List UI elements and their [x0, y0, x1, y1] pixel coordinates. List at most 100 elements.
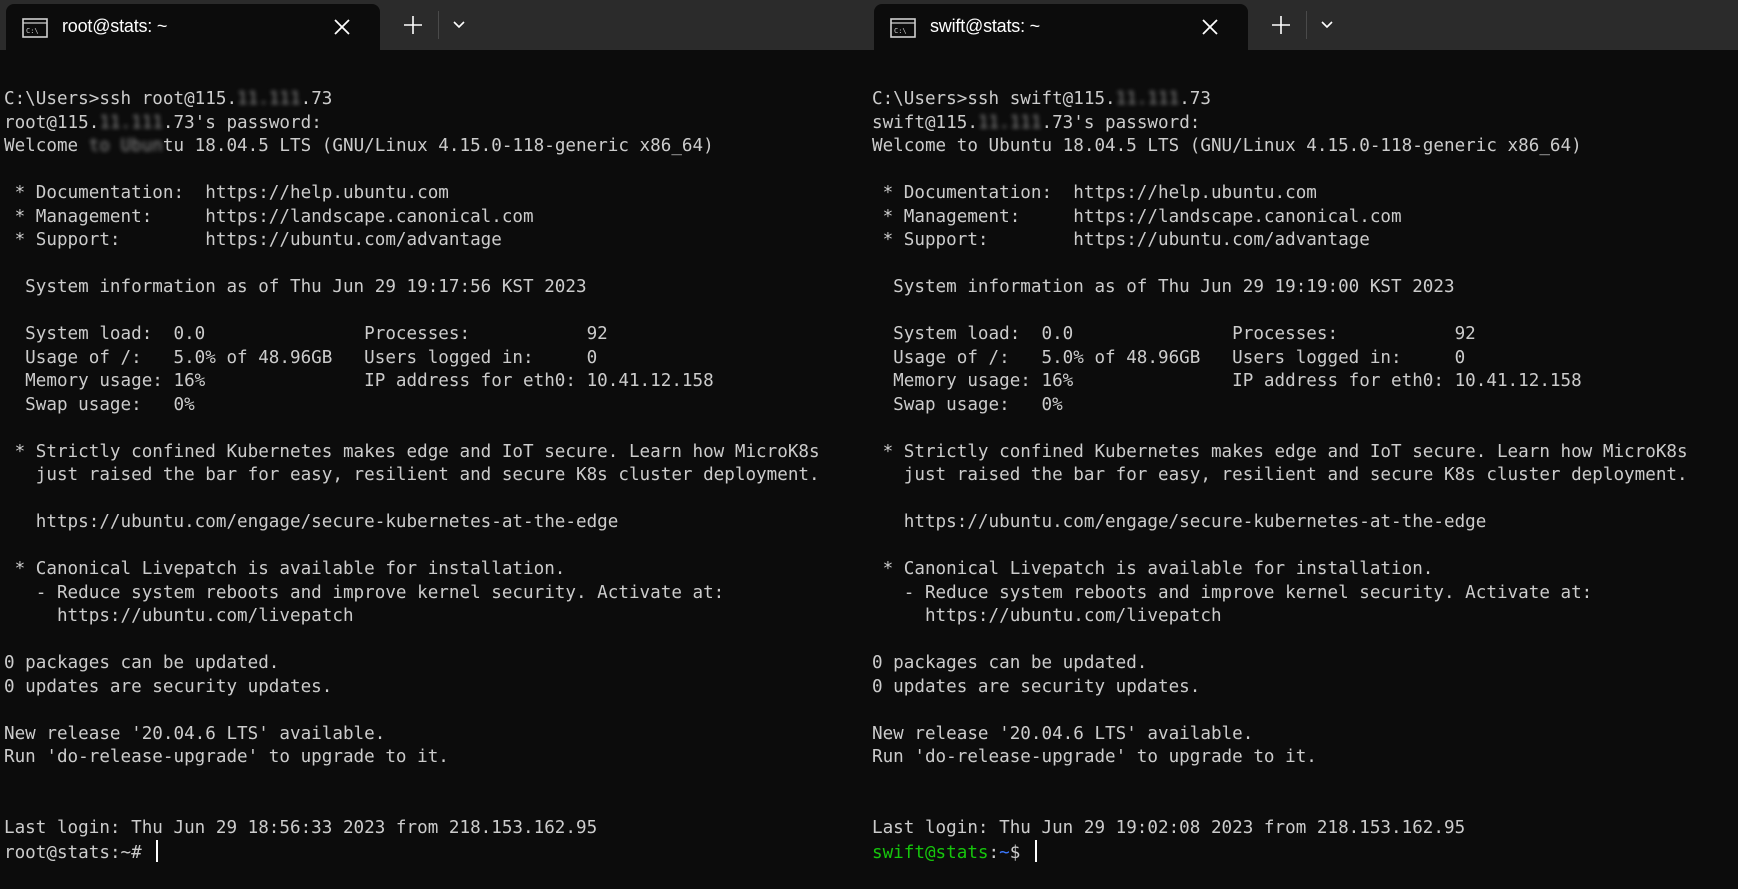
terminal-line: System information as of Thu Jun 29 19:1…	[872, 276, 1738, 300]
prompt-user: root@stats	[4, 843, 110, 863]
line-text: root@115.	[4, 112, 100, 133]
terminal-line: * Support: https://ubuntu.com/advantage	[872, 229, 1738, 253]
tab-root-stats[interactable]: C:\ root@stats: ~	[6, 4, 380, 50]
terminal-line: 0 updates are security updates.	[872, 676, 1738, 700]
line-text: 0 updates are security updates.	[872, 676, 1201, 697]
line-text: Run 'do-release-upgrade' to upgrade to i…	[872, 747, 1317, 767]
line-text: * Documentation: https://help.ubuntu.com	[872, 183, 1317, 203]
terminal-line: * Management: https://landscape.canonica…	[4, 206, 868, 230]
line-text: just raised the bar for easy, resilient …	[4, 465, 820, 485]
terminal-output[interactable]: C:\Users>ssh root@115.11.111.73 root@115.…	[4, 88, 868, 889]
line-text: * Canonical Livepatch is available for i…	[4, 559, 566, 579]
line-text: New release '20.04.6 LTS' available.	[4, 723, 386, 744]
terminal-line: Last login: Thu Jun 29 18:56:33 2023 fro…	[4, 817, 868, 841]
terminal-line: root@115.11.111.73's password:	[4, 112, 868, 136]
redacted-text: 11.111	[237, 89, 301, 109]
line-text: System load: 0.0 Processes: 92	[4, 324, 608, 344]
terminal-line: Usage of /: 5.0% of 48.96GB Users logged…	[4, 347, 868, 371]
line-text: Memory usage: 16% IP address for eth0: 1…	[872, 371, 1582, 391]
line-text: .73	[300, 89, 333, 109]
line-text: tu 18.04.5 LTS (GNU/Linux 4.15.0-118-gen…	[162, 136, 714, 156]
plus-icon[interactable]	[400, 12, 426, 38]
close-icon[interactable]	[330, 15, 354, 39]
redacted-text: 11.111	[977, 112, 1042, 133]
line-text: C:\Users>ssh swift@115.	[872, 89, 1116, 109]
prompt-sep: :	[109, 843, 121, 863]
terminal-line: swift@115.11.111.73's password:	[872, 112, 1738, 136]
tab-bar: C:\ swift@stats: ~	[868, 0, 1738, 50]
line-text: - Reduce system reboots and improve kern…	[4, 582, 725, 603]
terminal-line: * Documentation: https://help.ubuntu.com	[4, 182, 868, 206]
prompt-path: ~	[999, 843, 1010, 863]
tab-bar: C:\ root@stats: ~	[0, 0, 868, 50]
terminal-line: just raised the bar for easy, resilient …	[872, 464, 1738, 488]
terminal-line: Swap usage: 0%	[872, 394, 1738, 418]
terminal-line: https://ubuntu.com/engage/secure-kuberne…	[4, 511, 868, 535]
plus-icon[interactable]	[1268, 12, 1294, 38]
terminal-icon: C:\	[890, 18, 916, 38]
prompt-symbol: #	[131, 843, 153, 863]
terminal-pane-swift: C:\ swift@stats: ~ C:\Users>ssh swift@11…	[868, 0, 1738, 889]
line-text: 0 updates are security updates.	[4, 676, 333, 697]
terminal-line: * Canonical Livepatch is available for i…	[4, 558, 868, 582]
line-text: 0 packages can be updated.	[4, 653, 280, 673]
terminal-line: New release '20.04.6 LTS' available.	[4, 723, 868, 747]
line-text: * Support: https://ubuntu.com/advantage	[872, 230, 1370, 250]
tab-swift-stats[interactable]: C:\ swift@stats: ~	[874, 4, 1248, 50]
line-text: Swap usage: 0%	[4, 394, 195, 415]
terminal-line: Run 'do-release-upgrade' to upgrade to i…	[4, 746, 868, 770]
close-icon[interactable]	[1198, 15, 1222, 39]
terminal-pane-root: C:\ root@stats: ~ C:\Users>ssh root@115.…	[0, 0, 868, 889]
line-text: * Strictly confined Kubernetes makes edg…	[4, 441, 820, 462]
line-text: https://ubuntu.com/engage/secure-kuberne…	[4, 512, 619, 532]
text-cursor	[156, 840, 159, 862]
line-text: Welcome to Ubuntu 18.04.5 LTS (GNU/Linux…	[872, 136, 1582, 156]
prompt-line[interactable]: swift@stats:~$	[872, 840, 1738, 864]
line-text: .73's password:	[1041, 112, 1201, 133]
terminal-line: https://ubuntu.com/engage/secure-kuberne…	[872, 511, 1738, 535]
terminal-line: 0 packages can be updated.	[4, 652, 868, 676]
terminal-line: * Management: https://landscape.canonica…	[872, 206, 1738, 230]
terminal-line: - Reduce system reboots and improve kern…	[872, 582, 1738, 606]
line-text: just raised the bar for easy, resilient …	[872, 465, 1688, 485]
redacted-text: 11.111	[99, 112, 163, 133]
terminal-line: Memory usage: 16% IP address for eth0: 1…	[872, 370, 1738, 394]
prompt-line[interactable]: root@stats:~#	[4, 840, 868, 864]
tab-separator	[1306, 11, 1307, 39]
prompt-symbol: $	[1009, 843, 1031, 863]
terminal-line: 0 packages can be updated.	[872, 652, 1738, 676]
terminal-line: - Reduce system reboots and improve kern…	[4, 582, 868, 606]
terminal-line: Memory usage: 16% IP address for eth0: 1…	[4, 370, 868, 394]
terminal-line: * Strictly confined Kubernetes makes edg…	[872, 441, 1738, 465]
terminal-line: Welcome to Ubuntu 18.04.5 LTS (GNU/Linux…	[4, 135, 868, 159]
line-text: Usage of /: 5.0% of 48.96GB Users logged…	[4, 347, 598, 368]
svg-text:C:\: C:\	[26, 27, 39, 35]
chevron-down-icon[interactable]	[448, 14, 470, 36]
line-text: System load: 0.0 Processes: 92	[872, 324, 1476, 344]
line-text: * Strictly confined Kubernetes makes edg…	[872, 441, 1688, 462]
redacted-text: to Ubun	[88, 136, 163, 156]
terminal-line: * Canonical Livepatch is available for i…	[872, 558, 1738, 582]
chevron-down-icon[interactable]	[1316, 14, 1338, 36]
terminal-line: * Support: https://ubuntu.com/advantage	[4, 229, 868, 253]
terminal-line: System load: 0.0 Processes: 92	[872, 323, 1738, 347]
line-text: .73	[1179, 89, 1211, 109]
terminal-line: Swap usage: 0%	[4, 394, 868, 418]
prompt-path: ~	[120, 843, 132, 863]
prompt-sep: :	[988, 843, 1000, 863]
line-text: .73's password:	[162, 112, 322, 133]
terminal-output[interactable]: C:\Users>ssh swift@115. 11.111 .73 swift@11…	[872, 88, 1738, 889]
tab-separator	[438, 11, 439, 39]
